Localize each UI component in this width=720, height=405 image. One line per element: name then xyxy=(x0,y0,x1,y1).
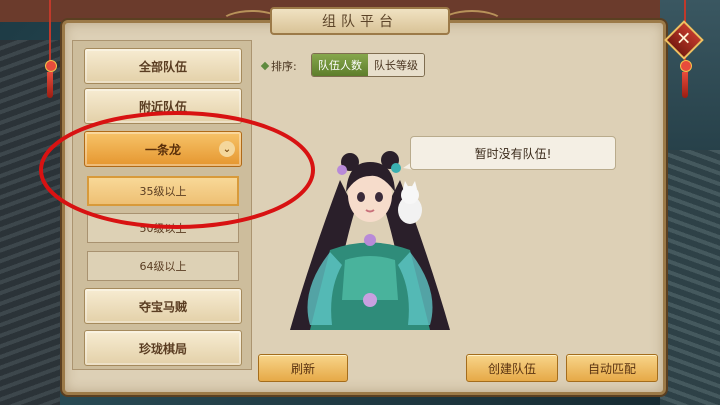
background-roof-right xyxy=(660,150,720,405)
sort-by-team-size[interactable]: 队伍人数 xyxy=(312,54,368,76)
sort-by-leader-level[interactable]: 队长等级 xyxy=(368,54,424,76)
subcategory-label: 64级以上 xyxy=(139,260,187,273)
refresh-button[interactable]: 刷新 xyxy=(258,354,348,382)
category-label: 珍珑棋局 xyxy=(138,341,187,356)
category-label: 全部队伍 xyxy=(138,59,187,74)
sort-toggle-group: 队伍人数 队长等级 xyxy=(311,53,425,77)
close-icon: ✕ xyxy=(676,29,692,50)
empty-message: 暂时没有队伍! xyxy=(474,146,552,161)
subcategory-level-64[interactable]: 64级以上 xyxy=(87,251,239,281)
sort-label: 排序: xyxy=(271,60,297,73)
background-sky xyxy=(660,0,720,150)
npc-character-illustration xyxy=(290,151,450,330)
auto-match-button[interactable]: 自动匹配 xyxy=(566,354,658,382)
category-zhenlong-chess[interactable]: 珍珑棋局 xyxy=(84,330,242,366)
diamond-bullet-icon xyxy=(260,61,270,71)
panel-title-bar: 组队平台 xyxy=(270,7,450,35)
panel-title: 组队平台 xyxy=(322,14,398,30)
category-all-teams[interactable]: 全部队伍 xyxy=(84,48,242,84)
category-treasure-bandits[interactable]: 夺宝马贼 xyxy=(84,288,242,324)
create-team-button[interactable]: 创建队伍 xyxy=(466,354,558,382)
category-label: 夺宝马贼 xyxy=(138,299,187,314)
sort-label-group: 排序: xyxy=(260,58,297,74)
